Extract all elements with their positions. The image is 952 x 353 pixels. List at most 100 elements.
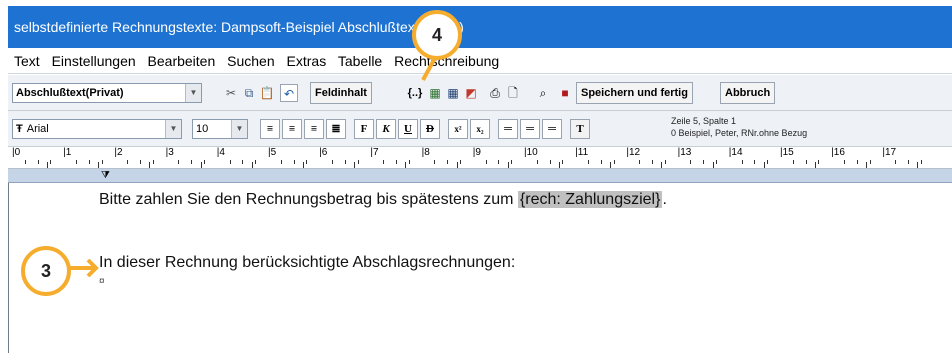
document-line-2[interactable]: In dieser Rechnung berücksichtigte Absch… [99,254,515,272]
ruler-tab-stop [405,162,407,168]
ruler-tick [511,160,513,164]
ruler-tab-stop [149,162,151,168]
image-icon[interactable]: ◩ [462,84,480,102]
ruler-tick [447,160,449,164]
window-title: selbstdefinierte Rechnungstexte: Dampsof… [8,6,952,48]
ruler-tick [613,160,615,164]
ruler-tick [344,160,346,164]
ruler-label: |6 [319,147,328,158]
ruler-tick [293,160,295,164]
spacing-1-icon[interactable]: ═ [498,119,518,139]
ruler-tab-stop [507,162,509,168]
spacing-2-icon[interactable]: ═ [520,119,540,139]
ruler-label: |1 [63,147,72,158]
undo-icon[interactable]: ↶ [280,84,298,102]
ruler-tick [280,160,282,164]
feldinhalt-button[interactable]: Feldinhalt [310,82,372,104]
print-icon[interactable]: ⎙ [486,84,504,102]
editor-window: selbstdefinierte Rechnungstexte: Dampsof… [0,0,952,353]
zahlungsziel-field[interactable]: {rech: Zahlungsziel} [517,191,663,208]
save-icon[interactable]: ■ [556,84,574,102]
cut-icon[interactable]: ✂ [222,84,240,102]
ruler-label: |11 [575,147,589,158]
align-right-icon[interactable]: ≡ [304,119,324,139]
copy-icon[interactable]: ⧉ [240,84,258,102]
ruler-tick [869,160,871,164]
menu-einstellungen[interactable]: Einstellungen [52,53,136,69]
ruler-tick [140,160,141,164]
print-preview-icon[interactable]: 🗋 [504,84,522,102]
ruler-tick [664,160,666,164]
size-select[interactable]: 10 ▼ [192,119,248,139]
strikethrough-button[interactable]: D [420,119,440,139]
ruler-tick [818,160,820,164]
margin-strip[interactable]: ⧩ [8,169,952,183]
ruler-tick [306,160,308,164]
chevron-down-icon[interactable]: ▼ [185,84,201,102]
ruler-tick [396,160,397,164]
ruler-tick [639,160,641,164]
ruler-tab-stop [200,162,202,168]
ruler-tick [920,160,922,164]
underline-button[interactable]: U [398,119,418,139]
ruler-tick [767,160,769,164]
superscript-button[interactable]: x² [448,119,468,139]
document-line-1[interactable]: Bitte zahlen Sie den Rechnungsbetrag bis… [99,191,667,209]
bold-button[interactable]: F [354,119,374,139]
line1-suffix: . [662,191,667,208]
menu-suchen[interactable]: Suchen [227,53,274,69]
ruler-tab-stop [251,162,253,168]
format-toolbar: Ŧ Arial ▼ 10 ▼ ≡ ≡ ≡ ≣ F K U D x² x₂ ═ ═ … [8,111,952,147]
ruler-tick [434,160,436,164]
align-center-icon[interactable]: ≡ [282,119,302,139]
cancel-button[interactable]: Abbruch [720,82,776,104]
ruler-tick [50,160,52,164]
ruler-tick [37,160,39,164]
ruler-tick [588,160,589,164]
font-select[interactable]: Ŧ Arial ▼ [12,119,182,139]
ruler-tick [460,160,461,164]
ruler-tab-stop [354,162,356,168]
ruler-label: |8 [421,147,430,158]
ruler-tick [600,160,602,164]
template-select[interactable]: Abschlußtext(Privat) ▼ [12,83,202,103]
ruler-tick [101,160,103,164]
main-toolbar: Abschlußtext(Privat) ▼ ✂ ⧉ 📋 ↶ Feldinhal… [8,75,952,111]
ruler-tick [332,160,333,164]
ruler-tick [690,160,692,164]
ruler-tab-stop [917,162,919,168]
paste-icon[interactable]: 📋 [258,84,276,102]
ruler-tick [652,160,653,164]
ruler-tick [498,160,500,164]
ruler[interactable]: |0 |1 |2 |3 |4 |5 |6 |7 |8 |9 |10 |11 |12 |13 |14 |15 |1… [8,147,952,169]
subscript-button[interactable]: x₂ [470,119,490,139]
document-area[interactable]: Bitte zahlen Sie den Rechnungsbetrag bis… [8,183,952,353]
ruler-tick [204,160,205,164]
ruler-label: |14 [728,147,743,158]
align-justify-icon[interactable]: ≣ [326,119,346,139]
ruler-tick [536,160,538,164]
spacing-3-icon[interactable]: ═ [542,119,562,139]
binoculars-icon[interactable]: ⌕ [534,84,552,102]
chevron-down-icon[interactable]: ▼ [231,120,247,138]
save-and-finish-button[interactable]: Speichern und fertig [576,82,693,104]
menu-bearbeiten[interactable]: Bearbeiten [148,53,216,69]
cursor-position-info: Zeile 5, Spalte 1 0 Beispiel, Peter, RNr… [671,115,807,139]
italic-button[interactable]: K [376,119,396,139]
badge-4: 4 [412,10,462,60]
indent-marker-icon[interactable]: ⧩ [101,170,110,181]
ruler-label: |17 [882,147,897,158]
ruler-tab-stop [661,162,663,168]
ruler-tick [716,160,717,164]
ruler-label: |0 [12,147,21,158]
ruler-label: |4 [216,147,225,158]
align-left-icon[interactable]: ≡ [260,119,280,139]
menu-text[interactable]: Text [14,53,40,69]
ruler-tick [741,160,743,164]
menu-extras[interactable]: Extras [287,53,327,69]
text-color-icon[interactable]: T [570,119,590,139]
ruler-tick [152,160,154,164]
menu-tabelle[interactable]: Tabelle [338,53,382,69]
ruler-tick [844,160,845,164]
chevron-down-icon[interactable]: ▼ [165,120,181,138]
